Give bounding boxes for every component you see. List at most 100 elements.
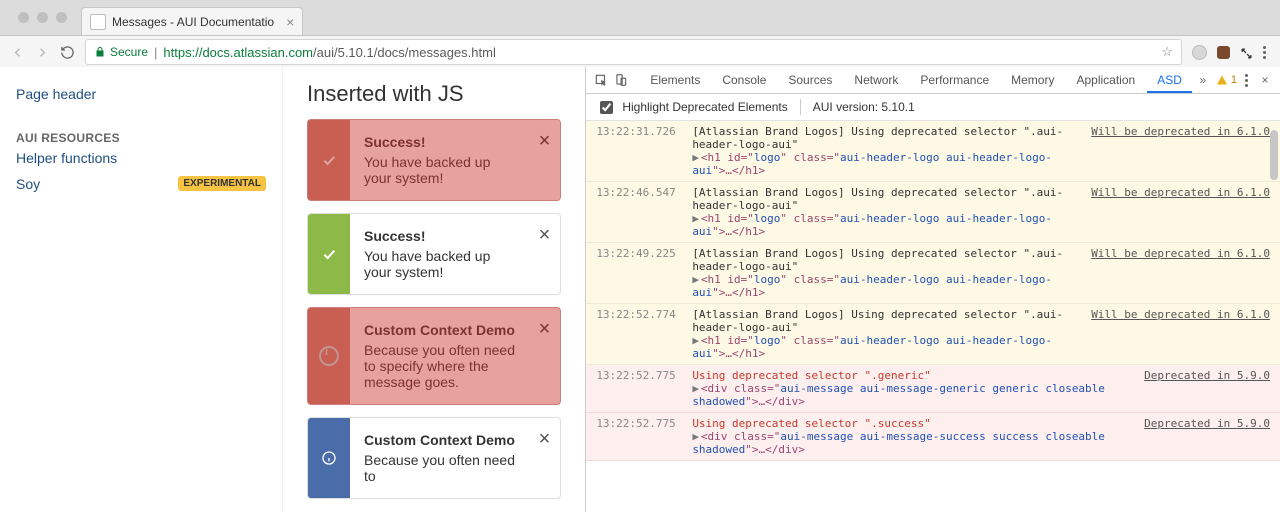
message-title: Success!: [364, 134, 518, 150]
aui-message-custom: Custom Context Demo Because you often ne…: [307, 417, 561, 499]
tab-console[interactable]: Console: [712, 67, 776, 93]
devtools-menu-icon[interactable]: [1245, 74, 1248, 87]
scrollbar[interactable]: [1270, 130, 1278, 180]
sidebar-soy-label: Soy: [16, 176, 40, 192]
tab-strip: Messages - AUI Documentatio ×: [0, 0, 1280, 35]
timestamp: 13:22:52.775: [596, 369, 684, 382]
message-stripe: [308, 418, 350, 498]
devtools-tabs: Elements Console Sources Network Perform…: [586, 67, 1280, 94]
devtools-console[interactable]: 13:22:31.726 [Atlassian Brand Logos] Usi…: [586, 121, 1280, 512]
highlight-deprecated-toggle[interactable]: Highlight Deprecated Elements: [596, 98, 787, 117]
message-stripe: [308, 308, 350, 404]
tab-performance[interactable]: Performance: [910, 67, 999, 93]
close-icon[interactable]: ×: [539, 130, 551, 153]
message-desc: You have backed up your system!: [364, 248, 518, 280]
deprecated-link[interactable]: Will be deprecated in 6.1.0: [1091, 125, 1270, 138]
sidebar-link-page-header[interactable]: Page header: [16, 81, 266, 107]
docs-sidebar: Page header AUI RESOURCES Helper functio…: [0, 67, 283, 512]
forward-icon[interactable]: [35, 45, 50, 60]
secure-label: Secure: [110, 45, 148, 59]
url-host: docs.atlassian.com: [202, 45, 313, 60]
warnings-counter[interactable]: 1: [1216, 74, 1237, 86]
console-row[interactable]: 13:22:52.774 [Atlassian Brand Logos] Usi…: [586, 304, 1280, 365]
experimental-badge: EXPERIMENTAL: [178, 176, 266, 191]
lock-icon: Secure: [94, 45, 148, 59]
devtools-toolbar: Highlight Deprecated Elements AUI versio…: [586, 94, 1280, 121]
close-icon[interactable]: ×: [539, 224, 551, 247]
timestamp: 13:22:31.726: [596, 125, 684, 138]
window-min-dot[interactable]: [37, 12, 48, 23]
deprecated-link[interactable]: Will be deprecated in 6.1.0: [1091, 308, 1270, 321]
device-toggle-icon[interactable]: [612, 71, 630, 89]
back-icon[interactable]: [10, 45, 25, 60]
highlight-label: Highlight Deprecated Elements: [622, 100, 787, 114]
inspect-icon[interactable]: [592, 71, 610, 89]
timestamp: 13:22:49.225: [596, 247, 684, 260]
timestamp: 13:22:52.774: [596, 308, 684, 321]
message-desc: You have backed up your system!: [364, 154, 518, 186]
deprecated-link[interactable]: Will be deprecated in 6.1.0: [1091, 247, 1270, 260]
warn-count: 1: [1231, 74, 1237, 86]
extension-icon[interactable]: [1192, 45, 1207, 60]
close-icon[interactable]: ×: [539, 318, 551, 341]
sidebar-heading-resources: AUI RESOURCES: [16, 107, 266, 145]
more-tabs-icon[interactable]: »: [1194, 71, 1212, 89]
aui-message-success-deprecated: Success! You have backed up your system!…: [307, 119, 561, 201]
message-desc: Because you often need to specify where …: [364, 342, 518, 390]
message-stripe: [308, 214, 350, 294]
message-stripe: [308, 120, 350, 200]
url-scheme: https://: [163, 45, 202, 60]
console-row[interactable]: 13:22:46.547 [Atlassian Brand Logos] Usi…: [586, 182, 1280, 243]
log-text: [Atlassian Brand Logos] Using deprecated…: [692, 247, 1063, 273]
message-desc: Because you often need to: [364, 452, 518, 484]
message-title: Custom Context Demo: [364, 432, 518, 448]
message-title: Success!: [364, 228, 518, 244]
browser-tab[interactable]: Messages - AUI Documentatio ×: [81, 7, 303, 35]
window-close-dot[interactable]: [18, 12, 29, 23]
info-icon: [319, 346, 339, 366]
fullscreen-icon[interactable]: [1240, 46, 1253, 59]
deprecated-link[interactable]: Will be deprecated in 6.1.0: [1091, 186, 1270, 199]
log-text: [Atlassian Brand Logos] Using deprecated…: [692, 186, 1063, 212]
sidebar-link-soy[interactable]: Soy EXPERIMENTAL: [16, 171, 266, 197]
extension-icon[interactable]: [1217, 46, 1230, 59]
console-row[interactable]: 13:22:52.775 Using deprecated selector "…: [586, 413, 1280, 461]
tab-asd[interactable]: ASD: [1147, 67, 1192, 93]
console-row[interactable]: 13:22:49.225 [Atlassian Brand Logos] Usi…: [586, 243, 1280, 304]
deprecated-link[interactable]: Deprecated in 5.9.0: [1144, 417, 1270, 430]
timestamp: 13:22:52.775: [596, 417, 684, 430]
aui-message-info-deprecated: Custom Context Demo Because you often ne…: [307, 307, 561, 405]
content-heading: Inserted with JS: [307, 81, 561, 107]
tab-elements[interactable]: Elements: [640, 67, 710, 93]
extensions-area: [1192, 45, 1270, 60]
tab-title: Messages - AUI Documentatio: [112, 15, 274, 29]
console-row[interactable]: 13:22:52.775 Using deprecated selector "…: [586, 365, 1280, 413]
window-max-dot[interactable]: [56, 12, 67, 23]
chrome-menu-icon[interactable]: [1263, 46, 1266, 59]
sidebar-link-helper-functions[interactable]: Helper functions: [16, 145, 266, 171]
deprecated-link[interactable]: Deprecated in 5.9.0: [1144, 369, 1270, 382]
url-path: /aui/5.10.1/docs/messages.html: [313, 45, 496, 60]
bookmark-star-icon[interactable]: ☆: [1161, 44, 1173, 60]
tab-application[interactable]: Application: [1066, 67, 1145, 93]
log-text: Using deprecated selector ".success": [692, 417, 930, 430]
close-icon[interactable]: ×: [539, 428, 551, 451]
highlight-checkbox[interactable]: [600, 101, 613, 114]
timestamp: 13:22:46.547: [596, 186, 684, 199]
log-text: [Atlassian Brand Logos] Using deprecated…: [692, 308, 1063, 334]
devtools-panel: Elements Console Sources Network Perform…: [585, 67, 1280, 512]
aui-version-label: AUI version: 5.10.1: [813, 100, 915, 114]
reload-icon[interactable]: [60, 45, 75, 60]
console-row[interactable]: 13:22:31.726 [Atlassian Brand Logos] Usi…: [586, 121, 1280, 182]
aui-message-success: Success! You have backed up your system!…: [307, 213, 561, 295]
close-tab-icon[interactable]: ×: [286, 14, 294, 30]
message-title: Custom Context Demo: [364, 322, 518, 338]
tab-network[interactable]: Network: [844, 67, 908, 93]
address-bar[interactable]: Secure | https://docs.atlassian.com/aui/…: [85, 39, 1182, 65]
close-devtools-icon[interactable]: ×: [1256, 71, 1274, 89]
docs-content: Inserted with JS Success! You have backe…: [283, 67, 585, 512]
tab-sources[interactable]: Sources: [778, 67, 842, 93]
log-text: [Atlassian Brand Logos] Using deprecated…: [692, 125, 1063, 151]
tab-memory[interactable]: Memory: [1001, 67, 1064, 93]
log-text: Using deprecated selector ".generic": [692, 369, 930, 382]
